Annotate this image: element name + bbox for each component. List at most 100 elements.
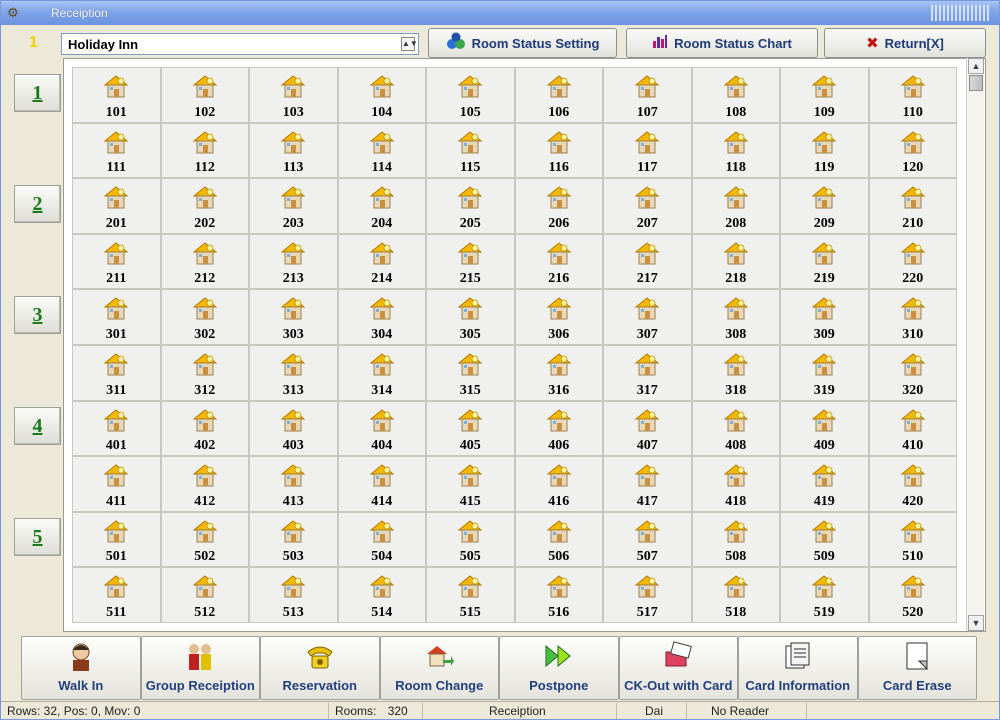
room-cell[interactable]: 202 (160, 178, 249, 234)
room-cell[interactable]: 410 (868, 400, 957, 457)
room-cell[interactable]: 109 (780, 67, 869, 123)
room-cell[interactable]: 114 (337, 122, 426, 179)
room-cell[interactable]: 403 (249, 400, 338, 457)
room-cell[interactable]: 205 (426, 178, 515, 234)
room-cell[interactable]: 107 (603, 67, 692, 123)
room-cell[interactable]: 214 (337, 233, 426, 290)
room-cell[interactable]: 104 (337, 67, 426, 123)
room-cell[interactable]: 404 (337, 400, 426, 457)
room-cell[interactable]: 514 (337, 567, 426, 623)
scroll-up-icon[interactable]: ▲ (968, 58, 984, 74)
room-cell[interactable]: 312 (160, 344, 249, 401)
floor-button[interactable]: 4 (14, 407, 61, 445)
room-cell[interactable]: 113 (249, 122, 338, 179)
room-cell[interactable]: 201 (72, 178, 161, 234)
room-cell[interactable]: 511 (72, 567, 161, 623)
room-cell[interactable]: 516 (514, 567, 603, 623)
scroll-down-icon[interactable]: ▼ (968, 615, 984, 631)
room-cell[interactable]: 306 (514, 289, 603, 345)
room-cell[interactable]: 520 (868, 567, 957, 623)
room-cell[interactable]: 216 (514, 233, 603, 290)
room-cell[interactable]: 510 (868, 511, 957, 568)
room-cell[interactable]: 210 (868, 178, 957, 234)
room-cell[interactable]: 313 (249, 344, 338, 401)
room-change-button[interactable]: Room Change (379, 636, 499, 700)
floor-button[interactable]: 3 (14, 296, 61, 334)
room-cell[interactable]: 203 (249, 178, 338, 234)
room-cell[interactable]: 309 (780, 289, 869, 345)
room-cell[interactable]: 413 (249, 456, 338, 512)
room-cell[interactable]: 406 (514, 400, 603, 457)
room-cell[interactable]: 508 (691, 511, 780, 568)
room-cell[interactable]: 120 (868, 122, 957, 179)
room-cell[interactable]: 310 (868, 289, 957, 345)
walk-in-button[interactable]: Walk In (21, 636, 141, 700)
room-cell[interactable]: 412 (160, 456, 249, 512)
ck-out-with-card-button[interactable]: CK-Out with Card (618, 636, 738, 700)
room-cell[interactable]: 408 (691, 400, 780, 457)
room-cell[interactable]: 207 (603, 178, 692, 234)
room-cell[interactable]: 219 (780, 233, 869, 290)
postpone-button[interactable]: Postpone (499, 636, 619, 700)
room-cell[interactable]: 106 (514, 67, 603, 123)
room-cell[interactable]: 305 (426, 289, 515, 345)
room-cell[interactable]: 103 (249, 67, 338, 123)
room-cell[interactable]: 407 (603, 400, 692, 457)
room-cell[interactable]: 417 (603, 456, 692, 512)
vertical-scrollbar[interactable]: ▲ ▼ (966, 58, 984, 631)
room-cell[interactable]: 112 (160, 122, 249, 179)
room-cell[interactable]: 301 (72, 289, 161, 345)
room-cell[interactable]: 118 (691, 122, 780, 179)
room-cell[interactable]: 518 (691, 567, 780, 623)
floor-button[interactable]: 1 (14, 74, 61, 112)
room-cell[interactable]: 317 (603, 344, 692, 401)
room-cell[interactable]: 504 (337, 511, 426, 568)
room-cell[interactable]: 213 (249, 233, 338, 290)
room-cell[interactable]: 304 (337, 289, 426, 345)
room-cell[interactable]: 105 (426, 67, 515, 123)
return-button[interactable]: ✖ Return[X] (824, 28, 986, 58)
room-cell[interactable]: 405 (426, 400, 515, 457)
room-cell[interactable]: 117 (603, 122, 692, 179)
group-receiption-button[interactable]: Group Receiption (140, 636, 260, 700)
room-cell[interactable]: 507 (603, 511, 692, 568)
room-cell[interactable]: 402 (160, 400, 249, 457)
room-cell[interactable]: 315 (426, 344, 515, 401)
reservation-button[interactable]: Reservation (260, 636, 380, 700)
floor-button[interactable]: 2 (14, 185, 61, 223)
room-cell[interactable]: 110 (868, 67, 957, 123)
room-cell[interactable]: 302 (160, 289, 249, 345)
floor-button[interactable]: 5 (14, 518, 61, 556)
room-cell[interactable]: 419 (780, 456, 869, 512)
room-cell[interactable]: 206 (514, 178, 603, 234)
room-cell[interactable]: 418 (691, 456, 780, 512)
room-cell[interactable]: 316 (514, 344, 603, 401)
room-cell[interactable]: 320 (868, 344, 957, 401)
room-cell[interactable]: 208 (691, 178, 780, 234)
room-cell[interactable]: 415 (426, 456, 515, 512)
room-cell[interactable]: 503 (249, 511, 338, 568)
dropdown-arrow-icon[interactable]: ▲▼ (401, 37, 418, 51)
room-cell[interactable]: 513 (249, 567, 338, 623)
hotel-select[interactable]: Holiday Inn ▲▼ (61, 33, 419, 55)
scroll-thumb[interactable] (969, 75, 983, 91)
room-cell[interactable]: 303 (249, 289, 338, 345)
room-cell[interactable]: 512 (160, 567, 249, 623)
room-cell[interactable]: 501 (72, 511, 161, 568)
room-cell[interactable]: 209 (780, 178, 869, 234)
room-cell[interactable]: 102 (160, 67, 249, 123)
room-cell[interactable]: 311 (72, 344, 161, 401)
room-cell[interactable]: 116 (514, 122, 603, 179)
room-status-chart-button[interactable]: Room Status Chart (626, 28, 818, 58)
room-cell[interactable]: 218 (691, 233, 780, 290)
room-cell[interactable]: 111 (72, 122, 161, 179)
room-cell[interactable]: 506 (514, 511, 603, 568)
card-information-button[interactable]: Card Information (738, 636, 858, 700)
room-cell[interactable]: 420 (868, 456, 957, 512)
room-cell[interactable]: 101 (72, 67, 161, 123)
room-cell[interactable]: 416 (514, 456, 603, 512)
room-cell[interactable]: 411 (72, 456, 161, 512)
room-cell[interactable]: 414 (337, 456, 426, 512)
card-erase-button[interactable]: Card Erase (857, 636, 977, 700)
room-cell[interactable]: 517 (603, 567, 692, 623)
